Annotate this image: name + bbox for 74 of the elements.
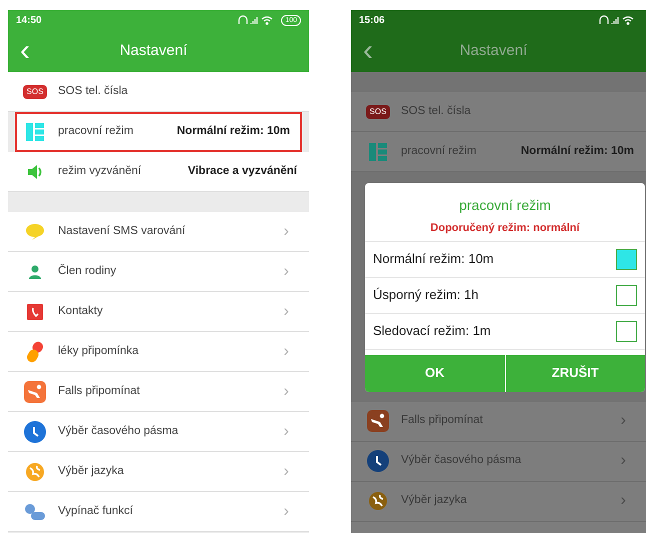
falling-person-icon	[367, 410, 389, 432]
row-label: Nastavení SMS varování	[58, 224, 186, 239]
row-label: SOS tel. čísla	[401, 104, 471, 119]
settings-row[interactable]: Kontakty ›	[8, 292, 309, 332]
row-label: Výběr časového pásma	[401, 453, 522, 468]
clock-icon	[367, 450, 389, 472]
row-label: Člen rodiny	[58, 263, 116, 279]
settings-row[interactable]: Falls připomínat ›	[8, 372, 309, 412]
checkbox[interactable]	[616, 284, 637, 306]
dialog-title: pracovní režim	[458, 196, 552, 215]
settings-row[interactable]: SOS SOS tel. čísla	[351, 92, 646, 132]
option-label: Normální režim: 10m	[373, 250, 494, 268]
row-label: Výběr jazyka	[58, 464, 124, 479]
falling-person-icon	[24, 380, 46, 402]
chevron-icon: ›	[284, 500, 289, 524]
settings-row[interactable]: léky připomínka ›	[8, 332, 309, 372]
row-label: pracovní režim	[401, 144, 476, 159]
settings-row[interactable]: Vypínač funkcí ›	[8, 492, 309, 532]
row-label: pracovní režim	[58, 124, 134, 139]
dialog-subtitle: Doporučený režim: normální	[429, 221, 581, 236]
settings-row[interactable]: režim vyzvánění Vibrace a vyzvánění	[8, 152, 309, 192]
sos-icon: SOS	[366, 104, 390, 118]
sos-icon: SOS	[22, 84, 48, 98]
option-label: Sledovací režim: 1m	[373, 322, 491, 340]
speaker-icon	[26, 164, 44, 180]
person-icon	[27, 264, 43, 280]
globe-icon	[25, 462, 45, 482]
row-label: Vypínač funkcí	[58, 504, 134, 519]
row-label: SOS tel. čísla	[58, 84, 128, 99]
chevron-icon: ›	[284, 260, 289, 284]
chevron-icon: ›	[284, 220, 289, 244]
pill-icon	[26, 340, 44, 362]
chevron-icon: ›	[620, 449, 626, 473]
row-value: Vibrace a vyzvánění	[188, 164, 297, 179]
chevron-icon: ›	[284, 340, 289, 364]
mode-option[interactable]: Normální režim: 10m	[365, 240, 645, 276]
list-icon	[26, 122, 44, 140]
chevron-icon: ›	[620, 409, 626, 433]
settings-row[interactable]: Výběr časového pásma ›	[8, 412, 309, 452]
row-value: Normální režim: 10m	[176, 124, 290, 139]
chevron-icon: ›	[284, 300, 289, 324]
row-value: Normální režim: 10m	[520, 144, 634, 159]
chevron-icon: ›	[284, 460, 289, 484]
status-time: 14:50	[16, 14, 42, 28]
row-label: režim vyzvánění	[58, 164, 142, 179]
settings-row[interactable]: pracovní režim Normální režim: 10m	[351, 132, 646, 172]
clock-icon	[24, 420, 46, 442]
toggle-icon	[24, 502, 46, 520]
chevron-icon: ›	[620, 489, 626, 513]
chevron-icon: ›	[284, 420, 289, 444]
settings-row[interactable]: pracovní režim Normální režim: 10m	[15, 112, 302, 152]
status-time: 15:06	[359, 14, 385, 28]
mode-option[interactable]: Sledovací režim: 1m	[365, 312, 645, 348]
option-label: Úsporný režim: 1h	[373, 286, 478, 304]
screen-title: Nastavení	[458, 40, 528, 61]
list-icon	[369, 142, 387, 160]
chat-bubble-icon	[25, 222, 45, 240]
chevron-icon: ›	[284, 380, 289, 404]
row-label: Výběr jazyka	[401, 493, 467, 508]
settings-row[interactable]: Výběr jazyka ›	[8, 452, 309, 492]
checkbox[interactable]	[616, 320, 637, 342]
row-label: léky připomínka	[58, 344, 139, 359]
row-label: Falls připomínat	[401, 413, 483, 428]
row-label: Kontakty	[58, 304, 103, 319]
phone-book-icon	[26, 302, 44, 320]
row-label: Výběr časového pásma	[58, 424, 178, 439]
row-label: Falls připomínat	[58, 384, 140, 399]
screen-title: Nastavení	[118, 40, 188, 61]
settings-row[interactable]: Nastavení SMS varování ›	[8, 212, 309, 252]
globe-icon	[368, 491, 388, 511]
checkbox[interactable]	[616, 248, 637, 270]
mode-option[interactable]: Úsporný režim: 1h	[365, 276, 645, 312]
settings-row[interactable]: Člen rodiny ›	[8, 252, 309, 292]
settings-row[interactable]: SOS SOS tel. čísla	[8, 72, 309, 112]
